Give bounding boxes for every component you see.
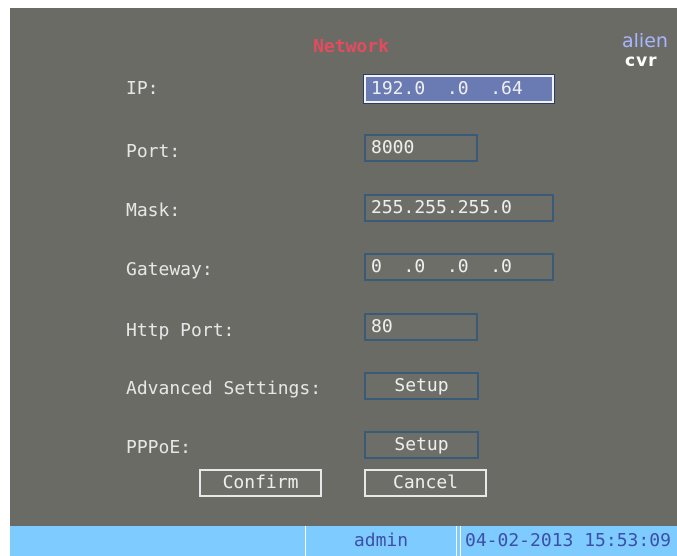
advanced-settings-label: Advanced Settings: [126, 378, 322, 399]
datetime-display: 04-02-2013 15:53:09 [460, 526, 677, 556]
advanced-settings-setup-button[interactable]: Setup [364, 372, 479, 400]
confirm-button[interactable]: Confirm [199, 469, 322, 497]
ip-address-field[interactable]: 192.0 .0 .64 [363, 74, 555, 104]
pppoe-setup-button[interactable]: Setup [364, 431, 479, 459]
gateway-label: Gateway: [126, 259, 213, 280]
port-field[interactable]: 8000 [364, 134, 478, 162]
logo-text-bottom: cvr [625, 51, 658, 71]
ip-label: IP: [126, 78, 159, 99]
page-title: Network [313, 36, 389, 57]
logo-text-top: alien [622, 30, 668, 52]
network-settings-screen: Network alien cvr IP: 192.0 .0 .64 Port:… [10, 8, 677, 556]
current-user: admin [305, 526, 457, 556]
brand-logo: alien cvr [622, 30, 677, 74]
port-label: Port: [126, 141, 181, 162]
pppoe-label: PPPoE: [126, 437, 192, 458]
http-port-label: Http Port: [126, 320, 235, 341]
mask-label: Mask: [126, 200, 181, 221]
subnet-mask-field[interactable]: 255.255.255.0 [364, 194, 554, 222]
http-port-field[interactable]: 80 [364, 313, 478, 341]
gateway-field[interactable]: 0 .0 .0 .0 [364, 253, 554, 281]
cancel-button[interactable]: Cancel [364, 469, 487, 497]
